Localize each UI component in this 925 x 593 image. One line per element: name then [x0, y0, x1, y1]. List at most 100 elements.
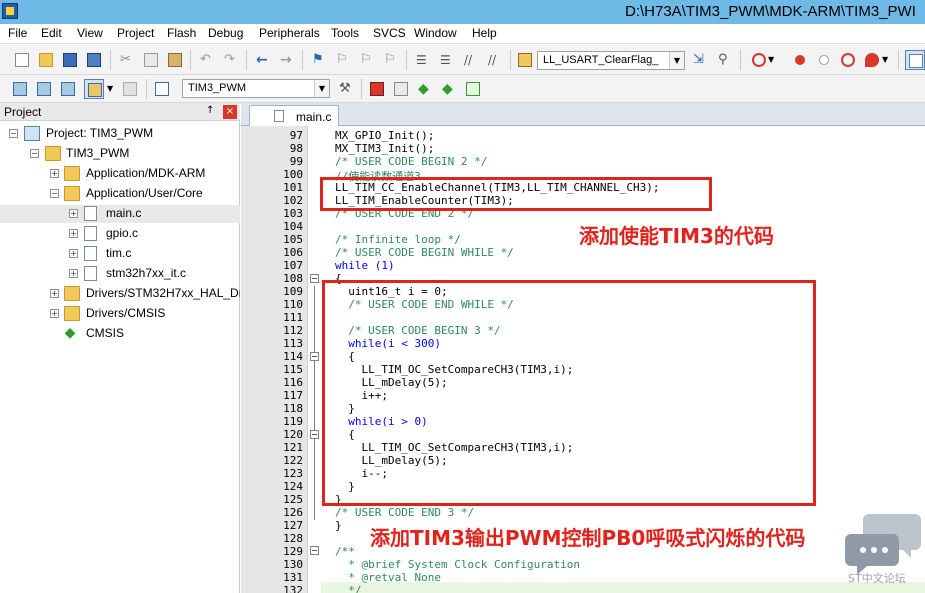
code-line[interactable]: */ — [335, 584, 361, 593]
kill-breakpoints-button[interactable] — [862, 50, 882, 70]
menu-tools[interactable]: Tools — [331, 26, 359, 40]
tree-item-group[interactable]: + Drivers/STM32H7xx_HAL_Dri — [0, 285, 240, 303]
new-file-button[interactable] — [12, 50, 32, 70]
download-button[interactable] — [152, 79, 172, 99]
tree-expander[interactable]: + — [50, 169, 59, 178]
menu-svcs[interactable]: SVCS — [373, 26, 406, 40]
unindent-button[interactable]: ☰ — [437, 50, 457, 70]
fold-toggle[interactable]: − — [310, 352, 319, 361]
code-line[interactable]: /** — [335, 545, 355, 558]
tree-item-target[interactable]: − TIM3_PWM — [0, 145, 240, 163]
menu-edit[interactable]: Edit — [41, 26, 62, 40]
menu-window[interactable]: Window — [414, 26, 457, 40]
tree-item-group[interactable]: + Drivers/CMSIS — [0, 305, 240, 323]
code-line[interactable]: while (1) — [335, 259, 395, 272]
breakpoint-dropdown-button[interactable]: ▼ — [880, 50, 892, 70]
clear-bookmarks-button[interactable]: ⚐ — [381, 50, 401, 70]
tree-expander[interactable]: + — [69, 269, 78, 278]
chevron-down-icon[interactable]: ▼ — [669, 52, 684, 69]
cut-button[interactable]: ✂ — [117, 50, 137, 70]
tree-expander[interactable]: + — [69, 249, 78, 258]
tree-item-group[interactable]: + Application/MDK-ARM — [0, 165, 240, 183]
select-packs-button[interactable]: ◆ — [439, 79, 459, 99]
menu-peripherals[interactable]: Peripherals — [259, 26, 320, 40]
pack-installer-button[interactable] — [463, 79, 483, 99]
prev-bookmark-button[interactable]: ⚐ — [333, 50, 353, 70]
enable-breakpoint-button[interactable] — [814, 50, 834, 70]
code-line[interactable]: MX_TIM3_Init(); — [335, 142, 434, 155]
tree-expander[interactable]: − — [30, 149, 39, 158]
close-icon[interactable]: × — [223, 105, 237, 119]
target-combo[interactable]: TIM3_PWM ▼ — [182, 79, 330, 98]
menu-project[interactable]: Project — [117, 26, 154, 40]
fold-toggle[interactable]: − — [310, 430, 319, 439]
undo-button[interactable]: ↶ — [197, 50, 217, 70]
copy-button[interactable] — [141, 50, 161, 70]
manage-rte-button[interactable]: ◆ — [415, 79, 435, 99]
tree-item-file[interactable]: + main.c — [0, 205, 240, 223]
indent-button[interactable]: ☰ — [413, 50, 433, 70]
rebuild-button[interactable] — [58, 79, 78, 99]
bookmark-button[interactable]: ⚑ — [309, 50, 329, 70]
pin-icon[interactable]: ↑ — [206, 105, 214, 116]
menu-debug[interactable]: Debug — [208, 26, 243, 40]
code-line[interactable]: * @brief System Clock Configuration — [335, 558, 580, 571]
tab-main-c[interactable]: main.c — [249, 105, 339, 126]
manage-project-items-button[interactable] — [367, 79, 387, 99]
debug-dropdown-button[interactable]: ▼ — [766, 50, 778, 70]
tree-item-file[interactable]: + stm32h7xx_it.c — [0, 265, 240, 283]
code-line[interactable]: } — [335, 519, 342, 532]
code-line[interactable]: /* USER CODE BEGIN 2 */ — [335, 155, 487, 168]
incremental-find-button[interactable]: ⇲ — [690, 50, 710, 70]
annotation-enable-tim3: 添加使能TIM3的代码 — [579, 224, 774, 248]
folder-open-icon — [64, 186, 80, 201]
next-bookmark-button[interactable]: ⚐ — [357, 50, 377, 70]
open-file-button[interactable] — [36, 50, 56, 70]
tree-expander[interactable]: + — [50, 289, 59, 298]
breakpoints-disable-icon — [841, 53, 855, 67]
menu-flash[interactable]: Flash — [167, 26, 196, 40]
window-layout-button[interactable] — [905, 50, 925, 70]
build-button[interactable] — [34, 79, 54, 99]
tree-expander[interactable]: + — [50, 309, 59, 318]
find-button[interactable]: ⚲ — [715, 50, 735, 70]
chevron-down-icon[interactable]: ▼ — [314, 80, 329, 97]
batch-build-button[interactable] — [84, 79, 104, 99]
target-options-button[interactable]: ⚒ — [336, 79, 356, 99]
fold-toggle[interactable]: − — [310, 274, 319, 283]
nav-back-button[interactable]: ← — [253, 50, 273, 70]
nav-forward-button[interactable]: → — [277, 50, 297, 70]
tree-item-file[interactable]: + tim.c — [0, 245, 240, 263]
paste-button[interactable] — [165, 50, 185, 70]
code-line[interactable]: * @retval None — [335, 571, 441, 584]
tree-expander[interactable]: + — [69, 209, 78, 218]
redo-button[interactable]: ↷ — [221, 50, 241, 70]
fold-toggle[interactable]: − — [310, 546, 319, 555]
menu-help[interactable]: Help — [472, 26, 497, 40]
tree-item-group[interactable]: − Application/User/Core — [0, 185, 240, 203]
disable-breakpoints-button[interactable] — [838, 50, 858, 70]
translate-button[interactable] — [10, 79, 30, 99]
tree-expander[interactable]: + — [69, 229, 78, 238]
tree-item-project[interactable]: − Project: TIM3_PWM — [0, 125, 240, 143]
comment-button[interactable]: // — [461, 50, 481, 70]
tree-expander[interactable]: − — [50, 189, 59, 198]
code-line[interactable]: /* USER CODE END 3 */ — [335, 506, 474, 519]
batch-build-dropdown[interactable]: ▼ — [105, 79, 117, 99]
find-combo[interactable]: LL_USART_ClearFlag_ ▼ — [537, 51, 685, 70]
menu-view[interactable]: View — [77, 26, 103, 40]
menu-file[interactable]: File — [8, 26, 27, 40]
code-line[interactable]: /* Infinite loop */ — [335, 233, 461, 246]
save-button[interactable] — [60, 50, 80, 70]
tree-expander[interactable]: − — [9, 129, 18, 138]
uncomment-button[interactable]: // — [485, 50, 505, 70]
find-in-files-button[interactable] — [515, 50, 535, 70]
tree-item-component[interactable]: ◆ CMSIS — [0, 325, 240, 343]
insert-breakpoint-button[interactable] — [790, 50, 810, 70]
code-line[interactable]: MX_GPIO_Init(); — [335, 129, 434, 142]
tree-item-file[interactable]: + gpio.c — [0, 225, 240, 243]
code-line[interactable]: /* USER CODE BEGIN WHILE */ — [335, 246, 514, 259]
save-all-button[interactable] — [84, 50, 104, 70]
stop-build-button[interactable] — [120, 79, 140, 99]
file-extensions-button[interactable] — [391, 79, 411, 99]
